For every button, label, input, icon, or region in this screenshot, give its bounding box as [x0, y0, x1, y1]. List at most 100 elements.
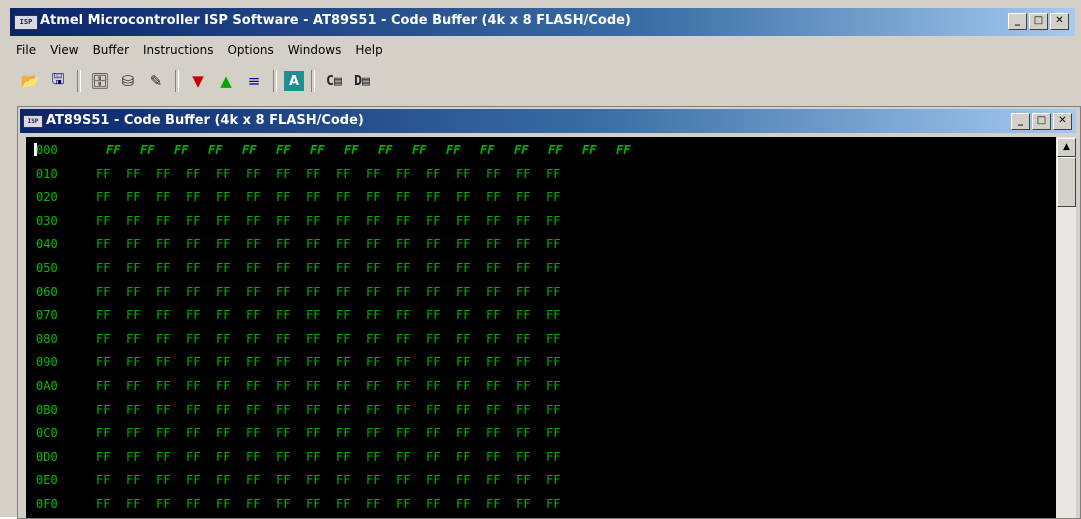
- byte-cell[interactable]: FF: [486, 332, 506, 346]
- byte-cell[interactable]: FF: [516, 308, 536, 322]
- byte-cell[interactable]: FF: [486, 403, 506, 417]
- byte-cell[interactable]: FF: [396, 285, 416, 299]
- byte-cell[interactable]: FF: [156, 379, 176, 393]
- byte-cell[interactable]: FF: [426, 190, 446, 204]
- byte-cell[interactable]: FF: [246, 308, 266, 322]
- hex-buffer-view[interactable]: 000 FF FF FF FF FF FF FF FF FF FF FF FF FF FF FF FF 010 FF…: [26, 137, 1056, 518]
- byte-cell[interactable]: FF: [396, 403, 416, 417]
- data-buffer-icon[interactable]: D▤: [350, 69, 374, 93]
- scroll-up-arrow-icon[interactable]: ▲: [1057, 138, 1076, 157]
- byte-cell[interactable]: FF: [486, 379, 506, 393]
- byte-cell[interactable]: FF: [306, 473, 326, 487]
- byte-cell[interactable]: FF: [366, 308, 386, 322]
- byte-cell[interactable]: FF: [246, 332, 266, 346]
- byte-cell[interactable]: FF: [186, 403, 206, 417]
- byte-cell[interactable]: FF: [156, 167, 176, 181]
- byte-cell[interactable]: FF: [396, 332, 416, 346]
- byte-cell[interactable]: FF: [516, 450, 536, 464]
- byte-cell[interactable]: FF: [514, 143, 536, 157]
- byte-cell[interactable]: FF: [336, 426, 356, 440]
- byte-cell[interactable]: FF: [276, 379, 296, 393]
- byte-cell[interactable]: FF: [456, 332, 476, 346]
- byte-cell[interactable]: FF: [306, 426, 326, 440]
- byte-cell[interactable]: FF: [546, 497, 566, 511]
- byte-cell[interactable]: FF: [456, 190, 476, 204]
- byte-cell[interactable]: FF: [186, 426, 206, 440]
- byte-cell[interactable]: FF: [426, 332, 446, 346]
- program-up-icon[interactable]: ▲: [214, 69, 238, 93]
- byte-cell[interactable]: FF: [276, 167, 296, 181]
- byte-cell[interactable]: FF: [306, 261, 326, 275]
- byte-cell[interactable]: FF: [276, 237, 296, 251]
- byte-cell[interactable]: FF: [96, 450, 116, 464]
- byte-cell[interactable]: FF: [396, 190, 416, 204]
- byte-cell[interactable]: FF: [486, 426, 506, 440]
- byte-cell[interactable]: FF: [276, 355, 296, 369]
- byte-cell[interactable]: FF: [456, 308, 476, 322]
- byte-cell[interactable]: FF: [246, 237, 266, 251]
- byte-cell[interactable]: FF: [276, 261, 296, 275]
- byte-cell[interactable]: FF: [486, 237, 506, 251]
- byte-cell[interactable]: FF: [208, 143, 230, 157]
- byte-cell[interactable]: FF: [486, 473, 506, 487]
- byte-cell[interactable]: FF: [446, 143, 468, 157]
- byte-cell[interactable]: FF: [186, 355, 206, 369]
- byte-cell[interactable]: FF: [546, 379, 566, 393]
- byte-cell[interactable]: FF: [306, 379, 326, 393]
- byte-cell[interactable]: FF: [140, 143, 162, 157]
- byte-cell[interactable]: FF: [156, 450, 176, 464]
- byte-cell[interactable]: FF: [216, 237, 236, 251]
- byte-cell[interactable]: FF: [456, 261, 476, 275]
- byte-cell[interactable]: FF: [456, 167, 476, 181]
- child-close-button[interactable]: ✕: [1053, 113, 1072, 130]
- byte-cell[interactable]: FF: [156, 497, 176, 511]
- byte-cell[interactable]: FF: [186, 214, 206, 228]
- byte-cell[interactable]: FF: [378, 143, 400, 157]
- byte-cell[interactable]: FF: [546, 450, 566, 464]
- byte-cell[interactable]: FF: [516, 332, 536, 346]
- byte-cell[interactable]: FF: [366, 497, 386, 511]
- byte-cell[interactable]: FF: [186, 332, 206, 346]
- byte-cell[interactable]: FF: [396, 237, 416, 251]
- byte-cell[interactable]: FF: [486, 167, 506, 181]
- menu-buffer[interactable]: Buffer: [93, 43, 129, 57]
- byte-cell[interactable]: FF: [366, 355, 386, 369]
- byte-cell[interactable]: FF: [186, 190, 206, 204]
- program-icon[interactable]: ≡: [242, 69, 266, 93]
- byte-cell[interactable]: FF: [96, 190, 116, 204]
- byte-cell[interactable]: FF: [366, 237, 386, 251]
- byte-cell[interactable]: FF: [276, 332, 296, 346]
- byte-cell[interactable]: FF: [96, 285, 116, 299]
- byte-cell[interactable]: FF: [426, 214, 446, 228]
- byte-cell[interactable]: FF: [546, 285, 566, 299]
- byte-cell[interactable]: FF: [396, 214, 416, 228]
- byte-cell[interactable]: FF: [546, 237, 566, 251]
- byte-cell[interactable]: FF: [216, 332, 236, 346]
- byte-cell[interactable]: FF: [456, 450, 476, 464]
- byte-cell[interactable]: FF: [186, 167, 206, 181]
- byte-cell[interactable]: FF: [306, 237, 326, 251]
- byte-cell[interactable]: FF: [616, 143, 638, 157]
- byte-cell[interactable]: FF: [126, 450, 146, 464]
- byte-cell[interactable]: FF: [306, 214, 326, 228]
- byte-cell[interactable]: FF: [126, 426, 146, 440]
- app-icon[interactable]: ISP: [14, 15, 38, 30]
- byte-cell[interactable]: FF: [186, 308, 206, 322]
- byte-cell[interactable]: FF: [486, 214, 506, 228]
- byte-cell[interactable]: FF: [246, 261, 266, 275]
- byte-cell[interactable]: FF: [96, 426, 116, 440]
- byte-cell[interactable]: FF: [306, 403, 326, 417]
- byte-cell[interactable]: FF: [426, 285, 446, 299]
- byte-cell[interactable]: FF: [336, 167, 356, 181]
- byte-cell[interactable]: FF: [516, 261, 536, 275]
- byte-cell[interactable]: FF: [516, 355, 536, 369]
- byte-cell[interactable]: FF: [246, 379, 266, 393]
- byte-cell[interactable]: FF: [310, 143, 332, 157]
- byte-cell[interactable]: FF: [216, 167, 236, 181]
- byte-cell[interactable]: FF: [96, 237, 116, 251]
- byte-cell[interactable]: FF: [486, 355, 506, 369]
- byte-cell[interactable]: FF: [516, 237, 536, 251]
- byte-cell[interactable]: FF: [276, 143, 298, 157]
- byte-cell[interactable]: FF: [396, 497, 416, 511]
- byte-cell[interactable]: FF: [546, 214, 566, 228]
